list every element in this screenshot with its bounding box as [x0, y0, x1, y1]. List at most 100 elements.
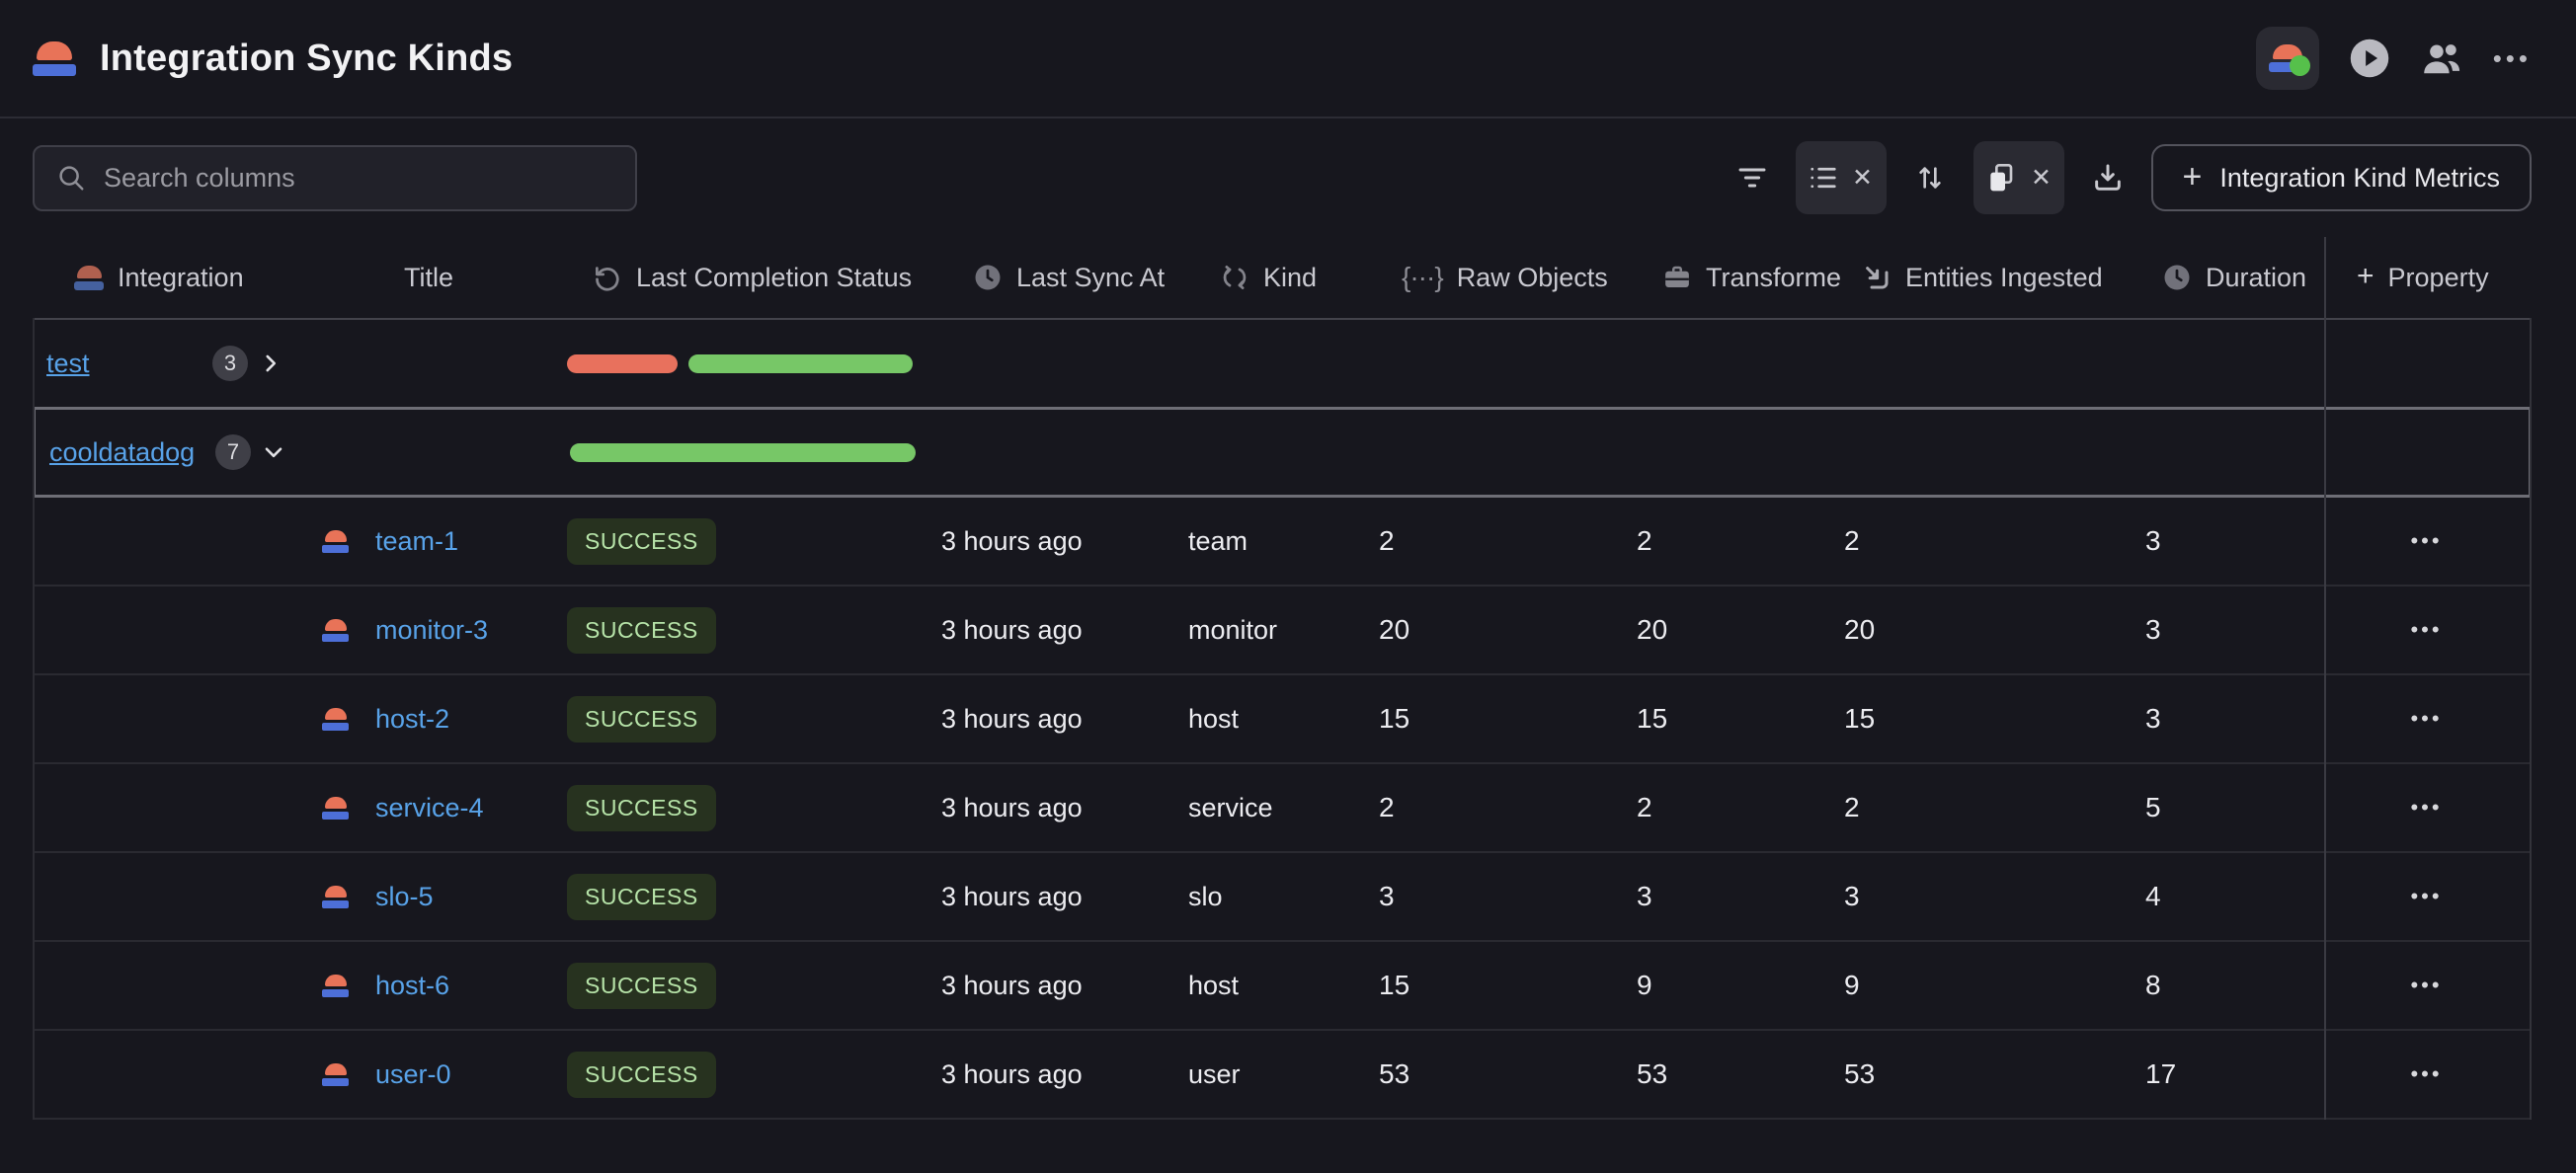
column-header-transformed[interactable]: Transforme [1625, 263, 1837, 293]
clear-copy-icon[interactable]: ✕ [2031, 166, 2052, 191]
filter-button[interactable] [1736, 162, 1768, 194]
status-distribution [548, 354, 933, 373]
table-row[interactable]: host-2 SUCCESS 3 hours ago host 15 15 15… [33, 675, 2532, 764]
app-header: Integration Sync Kinds [0, 0, 2576, 118]
ingest-icon [1862, 263, 1892, 292]
kind-link[interactable]: slo-5 [375, 882, 434, 912]
kind-link[interactable]: host-2 [375, 704, 449, 735]
raw-objects-value: 3 [1373, 881, 1625, 912]
entities-ingested-value: 15 [1837, 703, 2138, 735]
transformed-value: 9 [1625, 970, 1837, 1001]
kind-value: user [1180, 1059, 1373, 1090]
clock-icon [2162, 263, 2192, 292]
column-header-title[interactable]: Title [309, 263, 548, 293]
duration-value: 8 [2138, 970, 2321, 1001]
integration-column-icon [74, 266, 104, 290]
group-by-button[interactable]: ✕ [1796, 141, 1887, 214]
duration-value: 3 [2138, 703, 2321, 735]
transformed-value: 53 [1625, 1058, 1837, 1090]
header-actions: ••• [2256, 27, 2532, 90]
table-row[interactable]: monitor-3 SUCCESS 3 hours ago monitor 20… [33, 586, 2532, 675]
search-box [33, 145, 637, 211]
add-property-button[interactable]: + Property [2321, 263, 2532, 293]
integration-app-button[interactable] [2256, 27, 2319, 90]
kind-link[interactable]: host-6 [375, 971, 449, 1001]
row-more-button[interactable]: ••• [2410, 1061, 2442, 1087]
kind-link[interactable]: monitor-3 [375, 615, 488, 646]
row-more-button[interactable]: ••• [2410, 706, 2442, 732]
group-row-cooldatadog[interactable]: cooldatadog 7 [33, 407, 2532, 498]
chevron-down-icon[interactable] [261, 439, 286, 465]
search-columns-input[interactable] [104, 163, 615, 194]
more-options-icon: ••• [2493, 43, 2532, 74]
group-link[interactable]: test [46, 349, 212, 379]
column-header-integration[interactable]: Integration [33, 263, 309, 293]
table-row[interactable]: user-0 SUCCESS 3 hours ago user 53 53 53… [33, 1031, 2532, 1120]
table-row[interactable]: team-1 SUCCESS 3 hours ago team 2 2 2 3 … [33, 498, 2532, 586]
column-header-kind[interactable]: Kind [1180, 263, 1373, 293]
error-status-bar [567, 354, 678, 373]
copy-view-button[interactable]: ✕ [1973, 141, 2064, 214]
toolbar-actions: ✕ ✕ + Integ [1736, 141, 2533, 214]
row-more-button[interactable]: ••• [2410, 884, 2442, 909]
kind-link[interactable]: service-4 [375, 793, 484, 823]
chevron-right-icon[interactable] [258, 351, 283, 376]
row-more-button[interactable]: ••• [2410, 795, 2442, 821]
table-row[interactable]: service-4 SUCCESS 3 hours ago service 2 … [33, 764, 2532, 853]
transformed-value: 15 [1625, 703, 1837, 735]
copy-icon [1985, 162, 2017, 194]
last-sync-value: 3 hours ago [933, 526, 1180, 557]
search-icon [56, 163, 86, 193]
clear-group-by-icon[interactable]: ✕ [1852, 166, 1873, 191]
more-options-button[interactable]: ••• [2493, 43, 2532, 74]
duration-value: 5 [2138, 792, 2321, 823]
table-row[interactable]: host-6 SUCCESS 3 hours ago host 15 9 9 8… [33, 942, 2532, 1031]
property-column-divider [2324, 237, 2326, 1120]
app-root: Integration Sync Kinds [0, 0, 2576, 1173]
history-icon [593, 263, 622, 292]
app-logo-icon [33, 41, 76, 76]
table-header-row: Integration Title Last Completion Status… [33, 237, 2532, 318]
kind-value: host [1180, 971, 1373, 1001]
table-right-border [2530, 318, 2532, 1120]
last-sync-value: 3 hours ago [933, 1059, 1180, 1090]
group-row-test[interactable]: test 3 [33, 318, 2532, 407]
column-header-last-completion-status[interactable]: Last Completion Status [548, 263, 933, 293]
entities-ingested-value: 9 [1837, 970, 2138, 1001]
row-more-button[interactable]: ••• [2410, 617, 2442, 643]
entities-ingested-value: 2 [1837, 792, 2138, 823]
column-header-raw-objects[interactable]: {···} Raw Objects [1373, 262, 1625, 293]
integration-logo-icon [322, 1063, 349, 1086]
sort-button[interactable] [1914, 161, 1946, 195]
briefcase-icon [1662, 263, 1692, 292]
users-button[interactable] [2420, 39, 2463, 78]
status-badge: SUCCESS [567, 1052, 716, 1098]
add-integration-kind-metrics-button[interactable]: + Integration Kind Metrics [2151, 144, 2533, 211]
download-button[interactable] [2092, 162, 2124, 194]
sort-arrows-icon [1914, 161, 1946, 195]
raw-objects-value: 15 [1373, 703, 1625, 735]
integration-logo-icon [322, 530, 349, 553]
last-sync-value: 3 hours ago [933, 704, 1180, 735]
column-header-entities-ingested[interactable]: Entities Ingested [1837, 263, 2138, 293]
transformed-value: 2 [1625, 525, 1837, 557]
row-more-button[interactable]: ••• [2410, 528, 2442, 554]
entities-ingested-value: 20 [1837, 614, 2138, 646]
column-header-last-sync-at[interactable]: Last Sync At [933, 263, 1180, 293]
row-more-button[interactable]: ••• [2410, 973, 2442, 998]
sync-icon [1220, 263, 1249, 292]
group-link[interactable]: cooldatadog [49, 437, 215, 468]
add-metrics-label: Integration Kind Metrics [2219, 163, 2500, 194]
play-circle-icon [2349, 38, 2390, 79]
table-row[interactable]: slo-5 SUCCESS 3 hours ago slo 3 3 3 4 ••… [33, 853, 2532, 942]
duration-value: 17 [2138, 1058, 2321, 1090]
play-button[interactable] [2349, 38, 2390, 79]
duration-value: 4 [2138, 881, 2321, 912]
kind-link[interactable]: user-0 [375, 1059, 451, 1090]
logo-bar [33, 64, 76, 76]
integration-logo-icon [322, 797, 349, 820]
entities-ingested-value: 53 [1837, 1058, 2138, 1090]
column-header-duration[interactable]: Duration [2138, 263, 2321, 293]
kind-link[interactable]: team-1 [375, 526, 458, 557]
status-distribution [551, 443, 936, 462]
